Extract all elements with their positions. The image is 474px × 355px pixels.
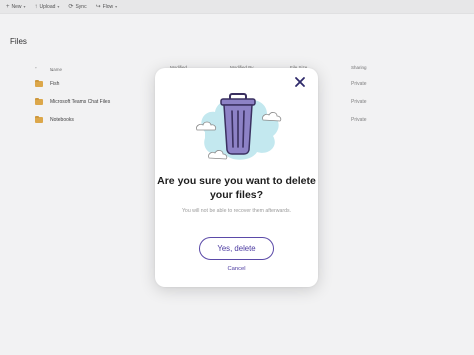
cancel-button[interactable]: Cancel	[155, 266, 318, 272]
trash-can-icon	[196, 93, 282, 160]
delete-confirm-dialog: Are you sure you want to delete your fil…	[155, 68, 318, 287]
dialog-title: Are you sure you want to delete your fil…	[157, 175, 316, 201]
confirm-delete-button[interactable]: Yes, delete	[199, 237, 274, 260]
app-window: + New ▾ ↑ Upload ▾ ⟳ Sync ↪ Flow ▾ Files…	[0, 0, 474, 355]
close-icon[interactable]	[293, 75, 307, 89]
dialog-subtitle: You will not be able to recover them aft…	[181, 208, 292, 214]
